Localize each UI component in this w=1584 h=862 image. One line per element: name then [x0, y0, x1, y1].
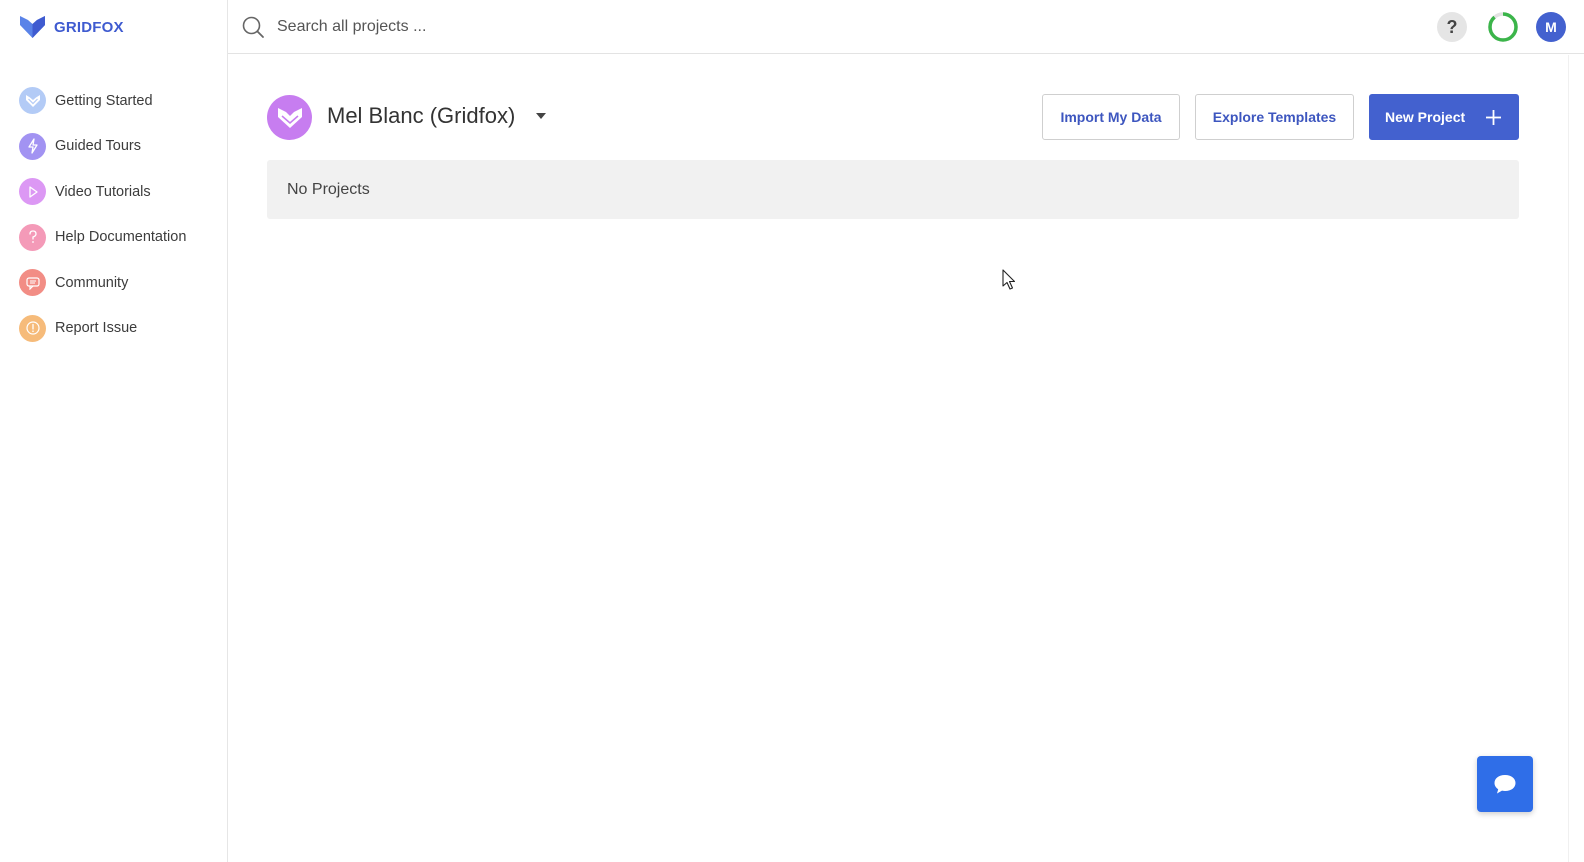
top-right-actions: ? M — [1437, 0, 1566, 54]
new-project-button[interactable]: New Project — [1369, 94, 1519, 140]
sidebar-item-label: Getting Started — [55, 92, 153, 109]
search-icon[interactable] — [241, 15, 265, 39]
top-bar: ? M — [228, 0, 1584, 54]
chat-bubble-icon — [1494, 775, 1516, 794]
sidebar-item-label: Video Tutorials — [55, 183, 151, 200]
workspace-name[interactable]: Mel Blanc (Gridfox) — [327, 103, 515, 129]
chat-button[interactable] — [1477, 756, 1533, 812]
import-data-button[interactable]: Import My Data — [1042, 94, 1180, 140]
scrollbar[interactable] — [1568, 55, 1584, 862]
sidebar-item-community[interactable]: Community — [0, 260, 227, 306]
main-content: Mel Blanc (Gridfox) Import My Data Explo… — [228, 55, 1584, 862]
sidebar-item-label: Community — [55, 274, 129, 291]
search-input[interactable] — [277, 17, 877, 36]
lightning-icon — [19, 132, 46, 160]
help-button[interactable]: ? — [1437, 12, 1467, 42]
alert-icon — [19, 314, 46, 342]
question-icon — [19, 223, 46, 251]
explore-templates-button[interactable]: Explore Templates — [1195, 94, 1354, 140]
chat-bubble-icon — [19, 269, 46, 297]
new-project-label: New Project — [1385, 109, 1466, 125]
gridfox-logo-icon — [277, 107, 302, 128]
sidebar-item-video-tutorials[interactable]: Video Tutorials — [0, 169, 227, 215]
sidebar-item-label: Report Issue — [55, 320, 138, 337]
play-icon — [19, 178, 46, 206]
sidebar-item-guided-tours[interactable]: Guided Tours — [0, 124, 227, 170]
sidebar-item-report-issue[interactable]: Report Issue — [0, 306, 227, 352]
mouse-cursor-icon — [1002, 269, 1016, 290]
projects-empty-state: No Projects — [267, 160, 1519, 219]
brand-logo[interactable]: GRIDFOX — [0, 0, 227, 54]
empty-message: No Projects — [287, 180, 370, 198]
sidebar: GRIDFOX Getting Started Guided Tours Vid… — [0, 0, 228, 862]
gridfox-logo-icon — [20, 16, 45, 38]
progress-ring-icon[interactable] — [1487, 11, 1519, 43]
sidebar-nav: Getting Started Guided Tours Video Tutor… — [0, 54, 227, 351]
plus-icon — [1486, 110, 1501, 125]
chevron-down-icon[interactable] — [536, 113, 546, 119]
gridfox-logo-icon — [19, 87, 46, 115]
workspace-avatar[interactable] — [267, 95, 312, 140]
brand-name: GRIDFOX — [54, 18, 124, 36]
sidebar-item-help-documentation[interactable]: Help Documentation — [0, 215, 227, 261]
sidebar-item-getting-started[interactable]: Getting Started — [0, 78, 227, 124]
sidebar-item-label: Help Documentation — [55, 229, 187, 246]
sidebar-item-label: Guided Tours — [55, 138, 141, 155]
user-avatar[interactable]: M — [1536, 12, 1566, 42]
